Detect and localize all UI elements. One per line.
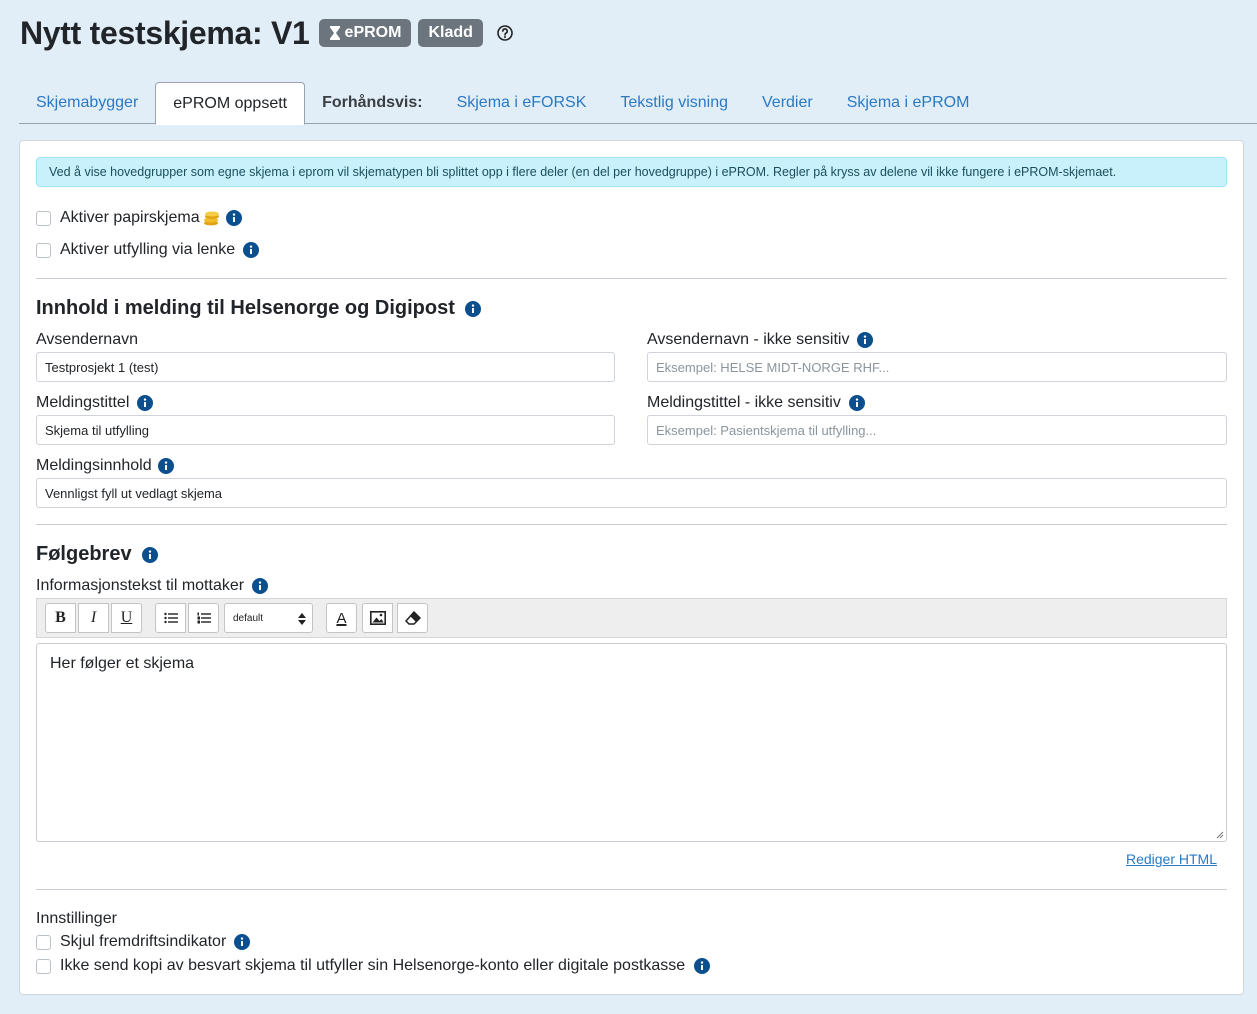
tab-skjema-eprom[interactable]: Skjema i ePROM	[830, 82, 987, 124]
sender-ns-label-row: Avsendernavn - ikke sensitiv	[647, 331, 874, 349]
info-icon[interactable]	[234, 934, 251, 950]
status-badge: Kladd	[418, 19, 483, 47]
link-fill-option: Aktiver utfylling via lenke	[36, 241, 260, 259]
font-color-button[interactable]: A	[326, 603, 357, 633]
font-color-icon: A	[336, 609, 347, 627]
no-copy-option: Ikke send kopi av besvart skjema til utf…	[36, 957, 711, 975]
link-fill-checkbox[interactable]	[36, 242, 51, 258]
title-ns-label: Meldingstittel - ikke sensitiv	[647, 394, 841, 411]
numbered-list-icon	[197, 612, 211, 624]
resize-handle-icon[interactable]	[1216, 831, 1224, 839]
link-fill-label: Aktiver utfylling via lenke	[60, 241, 236, 258]
bold-button[interactable]: B	[45, 603, 76, 633]
hide-progress-option: Skjul fremdriftsindikator	[36, 933, 251, 951]
coins-icon	[202, 210, 220, 226]
divider	[36, 278, 1227, 279]
sender-label: Avsendernavn	[36, 331, 138, 348]
title-input[interactable]: Skjema til utfylling	[36, 415, 615, 445]
tab-bar: Skjemabygger ePROM oppsett Forhåndsvis: …	[19, 82, 1257, 125]
underline-button[interactable]: U	[111, 603, 142, 633]
help-icon[interactable]	[497, 25, 513, 41]
cover-letter-heading-text: Følgebrev	[36, 543, 132, 565]
font-select-value: default	[233, 612, 264, 624]
title-row: Nytt testskjema: V1 ePROM Kladd	[20, 10, 513, 56]
paper-form-label: Aktiver papirskjema	[60, 209, 200, 226]
divider	[36, 524, 1227, 525]
tab-tekstlig-visning[interactable]: Tekstlig visning	[603, 82, 745, 124]
hide-progress-label: Skjul fremdriftsindikator	[60, 933, 227, 950]
divider	[36, 889, 1227, 890]
title-ns-label-row: Meldingstittel - ikke sensitiv	[647, 394, 865, 412]
editor-text: Her følger et skjema	[50, 655, 195, 672]
info-icon[interactable]	[137, 395, 154, 411]
cover-letter-heading: Følgebrev	[36, 543, 158, 566]
info-icon[interactable]	[857, 332, 874, 348]
content-label: Meldingsinnhold	[36, 457, 152, 474]
hide-progress-checkbox[interactable]	[36, 934, 51, 950]
sender-input[interactable]: Testprosjekt 1 (test)	[36, 352, 615, 382]
numbered-list-button[interactable]	[188, 603, 219, 633]
tab-verdier[interactable]: Verdier	[745, 82, 830, 124]
tab-skjema-eforsk[interactable]: Skjema i eFORSK	[440, 82, 604, 124]
info-icon[interactable]	[464, 300, 481, 317]
info-icon[interactable]	[848, 395, 865, 411]
eprom-badge: ePROM	[318, 19, 412, 47]
italic-button[interactable]: I	[78, 603, 109, 633]
recipient-info-label: Informasjonstekst til mottaker	[36, 577, 245, 594]
paper-form-option: Aktiver papirskjema	[36, 209, 242, 227]
message-heading-text: Innhold i melding til Helsenorge og Digi…	[36, 297, 455, 319]
select-arrows-icon	[298, 613, 306, 625]
no-copy-checkbox[interactable]	[36, 958, 51, 974]
tab-preview-label: Forhåndsvis:	[322, 94, 423, 111]
bullet-list-icon	[163, 612, 178, 624]
insert-image-button[interactable]	[362, 603, 393, 633]
font-select[interactable]: default	[224, 603, 313, 633]
eprom-badge-label: ePROM	[344, 24, 402, 41]
tab-eprom-oppsett[interactable]: ePROM oppsett	[155, 82, 306, 125]
info-icon[interactable]	[225, 210, 242, 226]
title-ns-input[interactable]: Eksempel: Pasientskjema til utfylling...	[647, 415, 1227, 445]
info-icon[interactable]	[252, 578, 269, 594]
eraser-icon	[404, 611, 421, 625]
sender-ns-input[interactable]: Eksempel: HELSE MIDT-NORGE RHF...	[647, 352, 1227, 382]
cover-letter-editor[interactable]: Her følger et skjema	[36, 643, 1227, 842]
edit-html-link[interactable]: Rediger HTML	[1126, 851, 1217, 867]
editor-toolbar: B I U default A	[36, 598, 1227, 638]
info-icon[interactable]	[243, 242, 260, 258]
content-input[interactable]: Vennligst fyll ut vedlagt skjema	[36, 478, 1227, 508]
content-label-row: Meldingsinnhold	[36, 457, 174, 475]
title-label: Meldingstittel	[36, 394, 130, 411]
settings-heading: Innstillinger	[36, 910, 117, 927]
info-icon[interactable]	[157, 458, 174, 474]
settings-card: Ved å vise hovedgrupper som egne skjema …	[19, 140, 1244, 995]
recipient-info-label-row: Informasjonstekst til mottaker	[36, 577, 269, 595]
info-icon[interactable]	[141, 546, 158, 563]
bullet-list-button[interactable]	[155, 603, 186, 633]
sender-ns-label: Avsendernavn - ikke sensitiv	[647, 331, 850, 348]
tab-skjemabygger[interactable]: Skjemabygger	[19, 82, 155, 124]
no-copy-label: Ikke send kopi av besvart skjema til utf…	[60, 957, 686, 974]
info-alert: Ved å vise hovedgrupper som egne skjema …	[36, 157, 1227, 187]
info-icon[interactable]	[694, 958, 711, 974]
image-icon	[369, 611, 386, 625]
page-title: Nytt testskjema: V1	[20, 14, 310, 51]
paper-form-checkbox[interactable]	[36, 210, 51, 226]
message-heading: Innhold i melding til Helsenorge og Digi…	[36, 297, 481, 320]
clear-format-button[interactable]	[397, 603, 428, 633]
title-label-row: Meldingstittel	[36, 394, 154, 412]
hourglass-icon	[329, 25, 341, 41]
